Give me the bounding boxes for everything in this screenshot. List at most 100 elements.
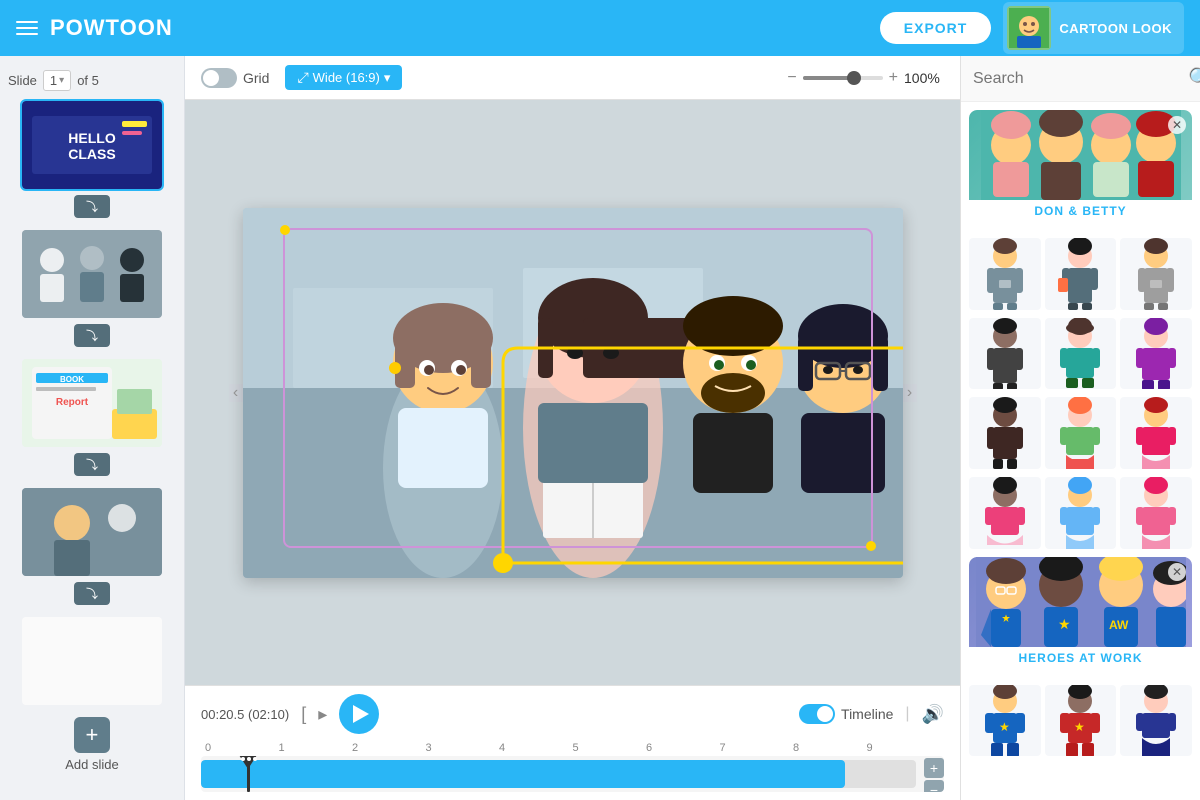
svg-text:★: ★ (999, 720, 1010, 734)
timeline-zoom-buttons: + − (924, 758, 944, 792)
slide-nav: Slide 1 ▾ of 5 (0, 64, 184, 97)
char-cell-1[interactable] (969, 238, 1041, 310)
timeline-label: Timeline (841, 706, 893, 722)
time-display: 00:20.5 (02:10) (201, 707, 289, 722)
canvas-scene-svg (243, 208, 903, 578)
timeline-bar-area[interactable]: + − (201, 756, 944, 792)
aspect-ratio-label: Wide (16:9) (313, 70, 380, 85)
toolbar: Grid ⤢ Wide (16:9) ▾ − + 100% (185, 56, 960, 100)
chevron-down-icon: ▾ (59, 75, 64, 86)
timeline-fill (201, 760, 845, 788)
zoom-slider[interactable] (803, 76, 883, 80)
zoom-handle[interactable] (847, 71, 861, 85)
slide-3-export-btn[interactable]: ⤵ (74, 453, 110, 476)
char-cell-2[interactable] (1045, 238, 1117, 310)
char-cell-8[interactable] (1045, 397, 1117, 469)
menu-button[interactable] (16, 21, 38, 35)
heroes-banner-art: ★ AW (976, 557, 1186, 647)
hero-char-2[interactable]: ★ (1045, 685, 1117, 757)
slide-thumbnail-4[interactable] (22, 488, 162, 576)
timeline-toggle-thumb (817, 706, 833, 722)
heroes-at-work-group: ✕ (969, 557, 1192, 673)
don-betty-group: ✕ (969, 110, 1192, 226)
zoom-minus-button[interactable]: − (787, 69, 796, 87)
timeline-num-2: 2 (352, 742, 358, 754)
grid-toggle-track[interactable] (201, 68, 237, 88)
current-slide: 1 (50, 73, 57, 88)
char-cell-5[interactable] (1045, 318, 1117, 390)
svg-text:HELLO: HELLO (68, 130, 116, 146)
header-right: EXPORT CARTOON LOOK (880, 2, 1184, 54)
slide-4-action: ⤵ (22, 582, 162, 605)
add-slide-icon: + (74, 717, 110, 753)
resize-icon: ⤢ (297, 69, 308, 86)
timeline-num-3: 3 (426, 742, 432, 754)
grid-label: Grid (243, 70, 269, 86)
grid-toggle[interactable]: Grid (201, 68, 269, 88)
char-cell-11[interactable] (1045, 477, 1117, 549)
slide-4-preview (22, 488, 162, 576)
slide-3-action: ⤵ (22, 453, 162, 476)
cartoon-look-badge[interactable]: CARTOON LOOK (1003, 2, 1184, 54)
slide-2-export-btn[interactable]: ⤵ (74, 324, 110, 347)
timeline-zoom-minus[interactable]: − (924, 780, 944, 792)
char-cell-9[interactable] (1120, 397, 1192, 469)
aspect-ratio-button[interactable]: ⤢ Wide (16:9) ▾ (285, 65, 402, 90)
hero-char-3[interactable] (1120, 685, 1192, 757)
slide-label: Slide (8, 73, 37, 88)
don-betty-banner[interactable]: ✕ (969, 110, 1192, 200)
zoom-plus-button[interactable]: + (889, 69, 898, 87)
slide-thumbnail-2[interactable] (22, 230, 162, 318)
slide-total: of 5 (77, 73, 99, 88)
play-button[interactable] (339, 694, 379, 734)
slide-thumbnail-5[interactable] (22, 617, 162, 705)
export-icon-2: ⤵ (86, 327, 98, 344)
timeline-track-bar (201, 760, 916, 788)
resize-handle-right[interactable]: › (903, 384, 917, 402)
add-slide-button[interactable]: + Add slide (65, 717, 118, 772)
frame-start-bracket[interactable]: [ (301, 704, 306, 725)
slide-thumbnail-1[interactable]: HELLO CLASS (22, 101, 162, 189)
search-input[interactable] (973, 70, 1180, 88)
heroes-close[interactable]: ✕ (1168, 563, 1186, 581)
sidebar: Slide 1 ▾ of 5 HELLO CLASS (0, 56, 185, 800)
timeline-toggle: Timeline | 🔊 (799, 704, 944, 725)
add-slide-label: Add slide (65, 757, 118, 772)
char-cell-6[interactable] (1120, 318, 1192, 390)
don-betty-close[interactable]: ✕ (1168, 116, 1186, 134)
slide-number-selector[interactable]: 1 ▾ (43, 70, 71, 91)
frame-end-bracket[interactable]: ▸ (318, 704, 327, 725)
timeline-num-5: 5 (573, 742, 579, 754)
volume-icon[interactable]: 🔊 (922, 704, 944, 725)
heroes-banner[interactable]: ✕ (969, 557, 1192, 647)
resize-handle-left[interactable]: ‹ (229, 384, 243, 402)
search-icon[interactable]: 🔍 (1188, 66, 1200, 91)
character-panel-content: ✕ (961, 102, 1200, 800)
timeline-num-0: 0 (205, 742, 211, 754)
timeline-marker (239, 756, 257, 774)
slide-1-preview: HELLO CLASS (22, 101, 162, 189)
char-cell-7[interactable] (969, 397, 1041, 469)
char-cell-12[interactable] (1120, 477, 1192, 549)
canvas-wrapper: ‹ (185, 100, 960, 685)
header-left: POWTOON (16, 15, 173, 41)
slide-1-export-btn[interactable]: ⤵ (74, 195, 110, 218)
hero-char-1[interactable]: ★ (969, 685, 1041, 757)
char-grid-heroes: ★ ★ (969, 685, 1192, 757)
char-cell-10[interactable] (969, 477, 1041, 549)
cartoon-look-label: CARTOON LOOK (1059, 21, 1172, 36)
char-cell-4[interactable] (969, 318, 1041, 390)
timeline-num-4: 4 (499, 742, 505, 754)
timeline-toggle-track[interactable] (799, 704, 835, 724)
right-panel: 🔍 ✕ (960, 56, 1200, 800)
slide-thumbnail-3[interactable]: BOOK Report (22, 359, 162, 447)
slide-4-export-btn[interactable]: ⤵ (74, 582, 110, 605)
char-cell-3[interactable] (1120, 238, 1192, 310)
grid-toggle-thumb (203, 70, 219, 86)
timeline-zoom-plus[interactable]: + (924, 758, 944, 778)
export-button[interactable]: EXPORT (880, 12, 992, 44)
slide-2-preview (22, 230, 162, 318)
svg-text:BOOK: BOOK (60, 375, 84, 384)
main-canvas[interactable] (243, 208, 903, 578)
slide-5-preview (22, 617, 162, 705)
